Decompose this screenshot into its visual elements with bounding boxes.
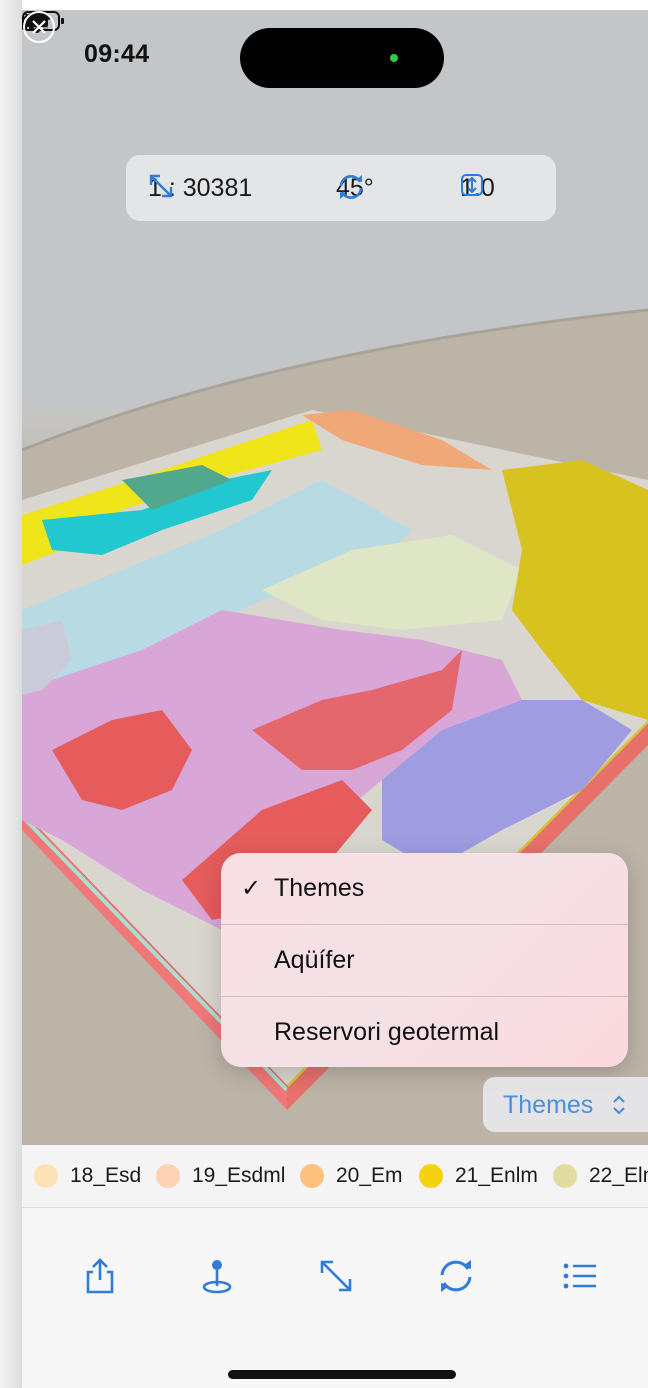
legend-label: 21_Enlm (455, 1164, 538, 1187)
scale-arrows-icon (149, 174, 173, 198)
ar-camera-view[interactable]: 09:44 1: 30381 45° 1.0 ✓ Themes Aqüífer… (22, 10, 648, 1145)
checkmark-icon: ✓ (241, 875, 262, 902)
clock-time: 09:44 (84, 40, 150, 68)
legend-swatch (156, 1164, 180, 1188)
page-edge (0, 0, 22, 1388)
legend-swatch (419, 1164, 443, 1188)
height-readout: 1.0 (460, 173, 495, 203)
rotate-icon (339, 175, 363, 199)
rotation-readout: 45° (336, 173, 374, 203)
legend-label: 19_Esdml (192, 1164, 286, 1187)
legend-label: 18_Esd (70, 1164, 142, 1187)
legend-swatch (300, 1164, 324, 1188)
legend-swatch (553, 1164, 577, 1188)
legend-swatch (34, 1164, 58, 1188)
legend-label: 20_Em (336, 1164, 403, 1187)
legend-bar[interactable]: 18_Esd 19_Esdml 20_Em 21_Enlm 22_Elm (22, 1145, 648, 1208)
menu-item-aquifer[interactable]: Aqüífer (221, 925, 628, 996)
chevron-up-down-icon (613, 1095, 625, 1115)
legend-item: 21_Enlm (419, 1162, 538, 1190)
scale-arrows-icon[interactable] (316, 1256, 356, 1296)
camera-indicator-dot (390, 54, 398, 62)
theme-menu: ✓ Themes Aqüífer Reservori geotermal (221, 853, 628, 1067)
menu-item-label: Reservori geotermal (274, 1018, 500, 1046)
rotate-icon[interactable] (436, 1256, 476, 1296)
menu-item-themes[interactable]: ✓ Themes (221, 853, 628, 924)
scale-readout: 1 : 30381 (148, 173, 252, 203)
themes-button-label: Themes (503, 1091, 594, 1119)
status-bar: 09:44 (22, 10, 648, 90)
dynamic-island (240, 28, 444, 88)
menu-item-label: Themes (274, 874, 365, 902)
share-icon[interactable] (80, 1256, 120, 1296)
legend-label: 22_Elm (589, 1164, 648, 1187)
anchor-pin-icon[interactable] (197, 1256, 237, 1296)
list-icon[interactable] (560, 1256, 600, 1296)
close-icon[interactable] (22, 10, 56, 44)
vertical-exaggeration-icon (461, 174, 483, 196)
menu-item-label: Aqüífer (274, 946, 355, 974)
legend-item: 20_Em (300, 1162, 403, 1190)
legend-item: 22_Elm (553, 1162, 648, 1190)
bottom-toolbar (22, 1208, 648, 1388)
home-indicator (228, 1370, 456, 1379)
model-info-pill: 1 : 30381 45° 1.0 (126, 155, 556, 221)
menu-item-geothermal-reservoir[interactable]: Reservori geotermal (221, 997, 628, 1067)
legend-item: 19_Esdml (156, 1162, 285, 1190)
themes-selector-button[interactable]: Themes (483, 1077, 648, 1132)
legend-item: 18_Esd (34, 1162, 141, 1190)
phone-screen: 09:44 1: 30381 45° 1.0 ✓ Themes Aqüífer… (22, 10, 648, 1388)
